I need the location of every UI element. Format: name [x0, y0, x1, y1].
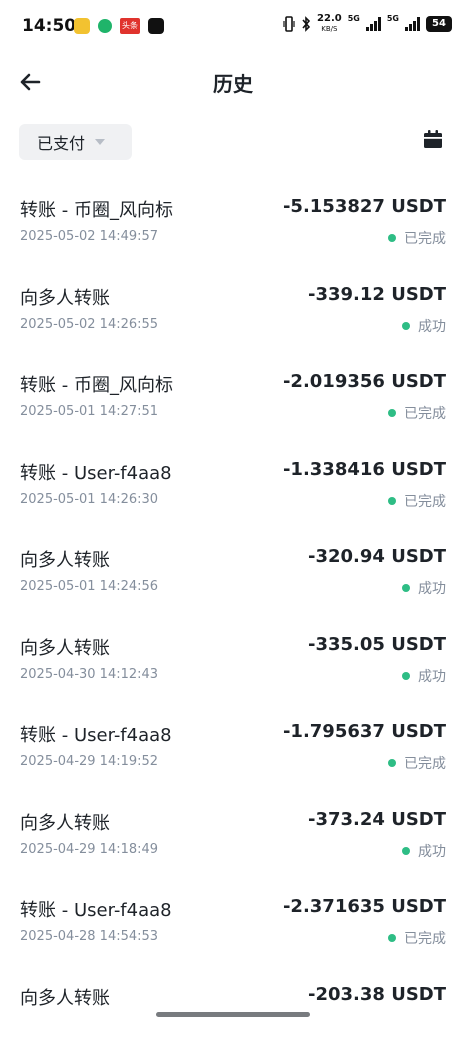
transaction-amount: -2.019356 USDT: [283, 371, 446, 392]
transaction-row[interactable]: 向多人转账 -320.94 USDT 2025-05-01 14:24:56 成…: [0, 526, 466, 614]
home-indicator[interactable]: [156, 1012, 310, 1017]
transaction-status-label: 已完成: [404, 928, 446, 948]
transaction-title: 向多人转账: [20, 546, 110, 572]
transaction-row[interactable]: 向多人转账 -339.12 USDT 2025-05-02 14:26:55 成…: [0, 264, 466, 352]
transaction-title: 转账 - User-f4aa8: [20, 721, 172, 747]
transaction-status: 已完成: [388, 928, 446, 948]
app-header: 历史: [0, 56, 466, 108]
transaction-row[interactable]: 转账 - User-f4aa8 -1.338416 USDT 2025-05-0…: [0, 439, 466, 527]
status-dot-icon: [402, 847, 410, 855]
notification-icons: 头条: [74, 18, 164, 34]
transaction-status: 已完成: [388, 403, 446, 423]
transaction-status-label: 成功: [418, 316, 446, 336]
transaction-row[interactable]: 转账 - User-f4aa8 -1.795637 USDT 2025-04-2…: [0, 701, 466, 789]
status-dot-icon: [388, 409, 396, 417]
transaction-amount: -339.12 USDT: [308, 284, 446, 305]
status-bar: 14:50 头条 22.0 KB/S 5G 5G 54: [0, 0, 466, 54]
transaction-status: 已完成: [388, 753, 446, 773]
status-filter-dropdown[interactable]: 已支付: [19, 124, 132, 160]
transaction-status-label: 已完成: [404, 403, 446, 423]
transaction-time: 2025-05-02 14:26:55: [20, 317, 158, 332]
transaction-time: 2025-04-29 14:18:49: [20, 842, 158, 857]
transaction-title: 向多人转账: [20, 984, 110, 1010]
transaction-amount: -2.371635 USDT: [283, 896, 446, 917]
transaction-title: 转账 - 币圈_风向标: [20, 196, 173, 222]
transaction-time: 2025-05-02 14:49:57: [20, 229, 158, 244]
transaction-status: 成功: [402, 316, 446, 336]
transaction-status-label: 成功: [418, 841, 446, 861]
transaction-time: 2025-05-01 14:26:30: [20, 492, 158, 507]
transaction-status: 成功: [402, 841, 446, 861]
transaction-row[interactable]: 转账 - User-f4aa8 -2.371635 USDT 2025-04-2…: [0, 876, 466, 964]
status-filter-label: 已支付: [37, 130, 85, 154]
transaction-row[interactable]: 转账 - 币圈_风向标 -2.019356 USDT 2025-05-01 14…: [0, 351, 466, 439]
transaction-title: 向多人转账: [20, 284, 110, 310]
transaction-row[interactable]: 向多人转账 -373.24 USDT 2025-04-29 14:18:49 成…: [0, 789, 466, 877]
vibrate-icon: [283, 16, 295, 32]
status-dot-icon: [402, 584, 410, 592]
transaction-title: 转账 - 币圈_风向标: [20, 371, 173, 397]
transaction-status-label: 成功: [418, 666, 446, 686]
transaction-status: 成功: [402, 578, 446, 598]
transaction-list: 转账 - 币圈_风向标 -5.153827 USDT 2025-05-02 14…: [0, 176, 466, 1051]
calendar-icon: [422, 128, 444, 150]
status-dot-icon: [388, 497, 396, 505]
transaction-status: 已完成: [388, 491, 446, 511]
transaction-row[interactable]: 向多人转账 -335.05 USDT 2025-04-30 14:12:43 成…: [0, 614, 466, 702]
transaction-amount: -335.05 USDT: [308, 634, 446, 655]
date-filter-button[interactable]: [422, 128, 444, 150]
transaction-time: 2025-04-30 14:12:43: [20, 667, 158, 682]
battery-icon: 54: [426, 16, 452, 32]
tiktok-app-icon: [148, 18, 164, 34]
network-speed-value: 22.0: [317, 13, 342, 24]
transaction-title: 转账 - User-f4aa8: [20, 896, 172, 922]
transaction-amount: -5.153827 USDT: [283, 196, 446, 217]
chat-app-icon: [98, 19, 112, 33]
transaction-amount: -203.38 USDT: [308, 984, 446, 1005]
transaction-amount: -373.24 USDT: [308, 809, 446, 830]
status-dot-icon: [402, 322, 410, 330]
status-time: 14:50: [22, 16, 76, 36]
transaction-status-label: 已完成: [404, 753, 446, 773]
status-indicators: 22.0 KB/S 5G 5G 54: [283, 14, 452, 34]
transaction-title: 向多人转账: [20, 634, 110, 660]
transaction-title: 向多人转账: [20, 809, 110, 835]
bluetooth-icon: [301, 16, 311, 32]
status-dot-icon: [388, 759, 396, 767]
transaction-time: 2025-05-01 14:24:56: [20, 579, 158, 594]
transaction-status-label: 成功: [418, 578, 446, 598]
transaction-status-label: 已完成: [404, 491, 446, 511]
status-dot-icon: [388, 934, 396, 942]
transaction-amount: -1.795637 USDT: [283, 721, 446, 742]
transaction-status: 成功: [402, 666, 446, 686]
transaction-row[interactable]: 向多人转账 -203.38 USDT: [0, 964, 466, 1051]
transaction-status-label: 已完成: [404, 228, 446, 248]
status-dot-icon: [402, 672, 410, 680]
page-title: 历史: [0, 68, 466, 97]
status-dot-icon: [388, 234, 396, 242]
network-speed: 22.0 KB/S: [317, 14, 342, 34]
transaction-amount: -320.94 USDT: [308, 546, 446, 567]
mail-app-icon: [74, 18, 90, 34]
transaction-time: 2025-04-29 14:19:52: [20, 754, 158, 769]
signal-icon: [366, 17, 381, 31]
transaction-row[interactable]: 转账 - 币圈_风向标 -5.153827 USDT 2025-05-02 14…: [0, 176, 466, 264]
caret-down-icon: [95, 139, 105, 145]
sim1-network-type: 5G: [348, 14, 360, 23]
transaction-amount: -1.338416 USDT: [283, 459, 446, 480]
news-app-icon: 头条: [120, 18, 140, 34]
transaction-title: 转账 - User-f4aa8: [20, 459, 172, 485]
transaction-time: 2025-04-28 14:54:53: [20, 929, 158, 944]
transaction-time: 2025-05-01 14:27:51: [20, 404, 158, 419]
signal-icon: [405, 17, 420, 31]
network-speed-unit: KB/S: [317, 24, 342, 34]
sim2-network-type: 5G: [387, 14, 399, 23]
transaction-status: 已完成: [388, 228, 446, 248]
